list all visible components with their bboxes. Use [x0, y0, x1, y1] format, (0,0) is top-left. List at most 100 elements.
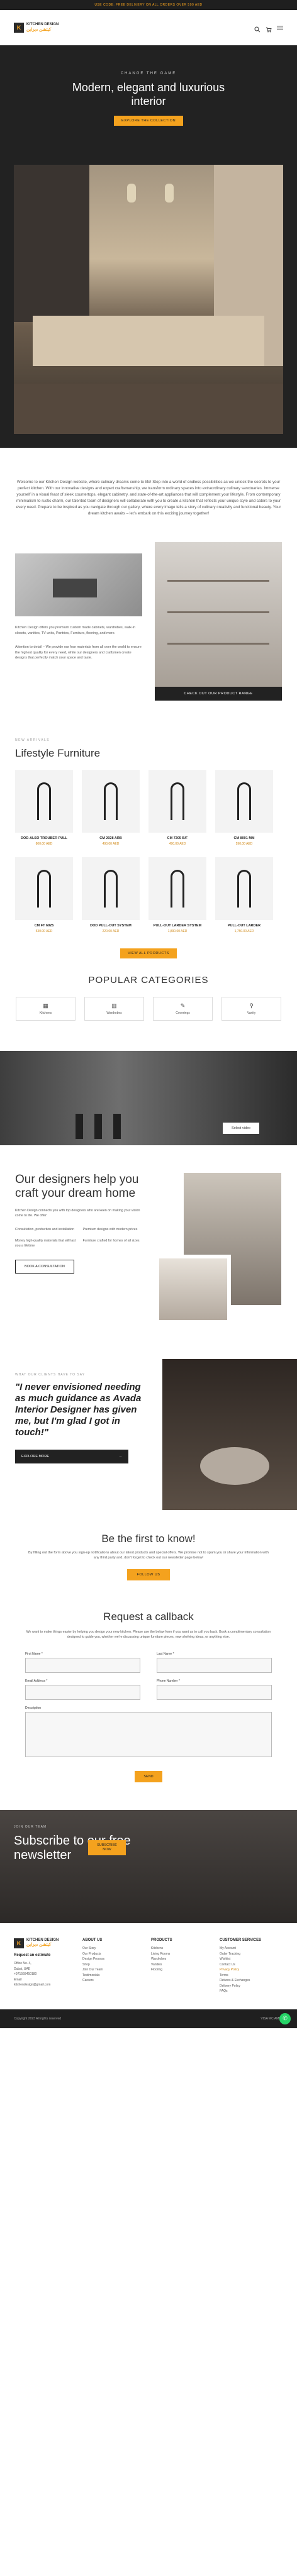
- footer-link-highlight[interactable]: Privacy Policy: [220, 1967, 279, 1973]
- footer-link[interactable]: Order Tracking: [220, 1951, 279, 1957]
- product-price: 490.00 AED: [102, 842, 120, 846]
- product-card[interactable]: CM 8001 MM 590.00 AED: [215, 770, 273, 846]
- footer-link[interactable]: Our Products: [82, 1951, 142, 1957]
- email-field[interactable]: [25, 1685, 140, 1700]
- product-card[interactable]: CM FT 6925 530.00 AED: [15, 857, 73, 933]
- footer-contact-line[interactable]: +971568450180: [14, 1972, 74, 1977]
- product-image: [82, 770, 140, 833]
- hero-eyebrow: CHANGE THE GAME: [120, 72, 177, 75]
- phone-label: Phone Number *: [157, 1679, 180, 1683]
- footer-contact-line: Email: [14, 1977, 22, 1982]
- category-kitchens[interactable]: ▦ Kitchens: [16, 997, 76, 1021]
- subscribe-button[interactable]: SUBSCRIBE NOW: [88, 1840, 126, 1855]
- product-card[interactable]: CM 2028 ARB 490.00 AED: [82, 770, 140, 846]
- product-name: PULL-OUT LARDER SYSTEM: [153, 924, 202, 928]
- explore-more-button[interactable]: EXPLORE MORE →: [15, 1450, 128, 1463]
- footer-link[interactable]: Terms: [220, 1973, 279, 1979]
- menu-icon[interactable]: [277, 25, 283, 31]
- follow-us-button[interactable]: FOLLOW US: [126, 1569, 171, 1580]
- footer-contact-line: Office No. 4,: [14, 1962, 31, 1965]
- logo-mark: K: [14, 1938, 24, 1948]
- product-image: [15, 857, 73, 920]
- product-price: 800.00 AED: [35, 842, 53, 846]
- footer-link[interactable]: Wishlist: [220, 1957, 279, 1962]
- vanity-icon: ⚲: [249, 1002, 254, 1009]
- footer-link[interactable]: Living Rooms: [151, 1951, 211, 1957]
- first-to-know-title: Be the first to know!: [101, 1533, 196, 1545]
- footer-link[interactable]: Wardrobes: [151, 1957, 211, 1962]
- lifestyle-title: Lifestyle Furniture: [15, 747, 101, 759]
- send-button[interactable]: SEND: [135, 1771, 162, 1782]
- hero-image-island: [33, 316, 264, 366]
- product-card[interactable]: DOD PULL-OUT SYSTEM 220.00 AED: [82, 857, 140, 933]
- footer-link[interactable]: FAQs: [220, 1989, 279, 1994]
- logo[interactable]: K KITCHEN DESIGN كيتشن ديزاين: [14, 22, 59, 33]
- footer-link[interactable]: Kitchens: [151, 1946, 211, 1951]
- footer-link[interactable]: Delivery Policy: [220, 1984, 279, 1989]
- explore-collection-button[interactable]: EXPLORE THE COLLECTION: [113, 116, 184, 126]
- newsletter-eyebrow: JOIN OUR TEAM: [14, 1825, 47, 1829]
- product-image: [15, 770, 73, 833]
- callback-title: Request a callback: [103, 1611, 194, 1623]
- footer-link[interactable]: Join Our Team: [82, 1967, 142, 1973]
- hero-image-cabinet: [14, 165, 89, 322]
- footer-link[interactable]: Careers: [82, 1978, 142, 1984]
- last-name-label: Last Name *: [157, 1652, 174, 1656]
- hero-title: Modern, elegant and luxurious interior: [72, 81, 225, 108]
- select-video-button[interactable]: Select video: [223, 1123, 259, 1134]
- whatsapp-icon[interactable]: ✆: [279, 2012, 291, 2024]
- first-to-know-section: Be the first to know! By filling out the…: [0, 1510, 297, 1580]
- product-card[interactable]: CM 7205 B/F 490.00 AED: [148, 770, 206, 846]
- footer-logo[interactable]: K KITCHEN DESIGN كيتشن ديزاين: [14, 1938, 74, 1948]
- book-consultation-button[interactable]: BOOK A CONSULTATION: [15, 1260, 74, 1274]
- footer-products: PRODUCTS Kitchens Living Rooms Wardrobes…: [151, 1938, 211, 1994]
- footer-link[interactable]: Testimonials: [82, 1973, 142, 1979]
- category-coverings[interactable]: ✎ Coverings: [153, 997, 213, 1021]
- footer-contact-line[interactable]: kitchendesign@gmail.com: [14, 1982, 74, 1988]
- cart-icon[interactable]: [266, 25, 272, 32]
- designers-section: Our designers help you craft your dream …: [0, 1145, 297, 1324]
- footer-link[interactable]: Contact Us: [220, 1962, 279, 1968]
- testimonial-quote: "I never envisioned needing as much guid…: [15, 1382, 142, 1438]
- product-price: 530.00 AED: [35, 930, 53, 933]
- product-price: 1,890.00 AED: [167, 930, 188, 933]
- last-name-field[interactable]: [157, 1658, 272, 1673]
- product-image: [148, 770, 206, 833]
- page: USE CODE: FREE DELIVERY ON ALL ORDERS OV…: [0, 0, 297, 2028]
- category-wardrobes[interactable]: ▥ Wardrobes: [84, 997, 144, 1021]
- covering-icon: ✎: [180, 1002, 186, 1009]
- email-label: Email Address *: [25, 1679, 48, 1683]
- product-range-button[interactable]: CHECK OUT OUR PRODUCT RANGE: [155, 687, 282, 701]
- feature-item: Money high-quality materials that will l…: [15, 1239, 76, 1248]
- footer-link[interactable]: Design Process: [82, 1957, 142, 1962]
- view-all-products-button[interactable]: VIEW ALL PRODUCTS: [120, 948, 177, 958]
- category-label: Vanity: [247, 1011, 256, 1015]
- footer-link[interactable]: My Account: [220, 1946, 279, 1951]
- product-name: CM 7205 B/F: [167, 836, 188, 840]
- footer-link[interactable]: Returns & Exchanges: [220, 1978, 279, 1984]
- search-icon[interactable]: [254, 25, 261, 32]
- designers-images: [155, 1173, 281, 1324]
- about-paragraph: Kitchen Design offers you premium custom…: [15, 626, 135, 635]
- footer-link[interactable]: Flooring: [151, 1967, 211, 1973]
- footer-link[interactable]: Shop: [82, 1962, 142, 1968]
- product-name: DOD PULL-OUT SYSTEM: [90, 924, 132, 928]
- first-name-field[interactable]: [25, 1658, 140, 1673]
- brand-name-ar: كيتشن ديزاين: [26, 28, 52, 32]
- product-name: CM 8001 MM: [233, 836, 255, 840]
- product-card[interactable]: PULL-OUT LARDER SYSTEM 1,890.00 AED: [148, 857, 206, 933]
- category-vanity[interactable]: ⚲ Vanity: [221, 997, 281, 1021]
- hero-image-floor: [14, 384, 283, 434]
- phone-field[interactable]: [157, 1685, 272, 1700]
- welcome-text: Welcome to our Kitchen Design website, w…: [16, 480, 281, 516]
- hero-image-lamp: [165, 184, 174, 203]
- brand-name-en: KITCHEN DESIGN: [26, 23, 59, 26]
- feature-item: Furniture crafted for homes of all sizes: [82, 1239, 140, 1243]
- product-card[interactable]: PULL-OUT LARDER 1,750.00 AED: [215, 857, 273, 933]
- product-card[interactable]: DOD-ALSO TROUBER PULL 800.00 AED: [15, 770, 73, 846]
- footer-link[interactable]: Our Story: [82, 1946, 142, 1951]
- description-field[interactable]: [25, 1712, 272, 1757]
- footer-about-title: ABOUT US: [82, 1938, 103, 1942]
- footer-link[interactable]: Vanities: [151, 1962, 211, 1968]
- footer-contact-title: Request an estimate: [14, 1953, 51, 1957]
